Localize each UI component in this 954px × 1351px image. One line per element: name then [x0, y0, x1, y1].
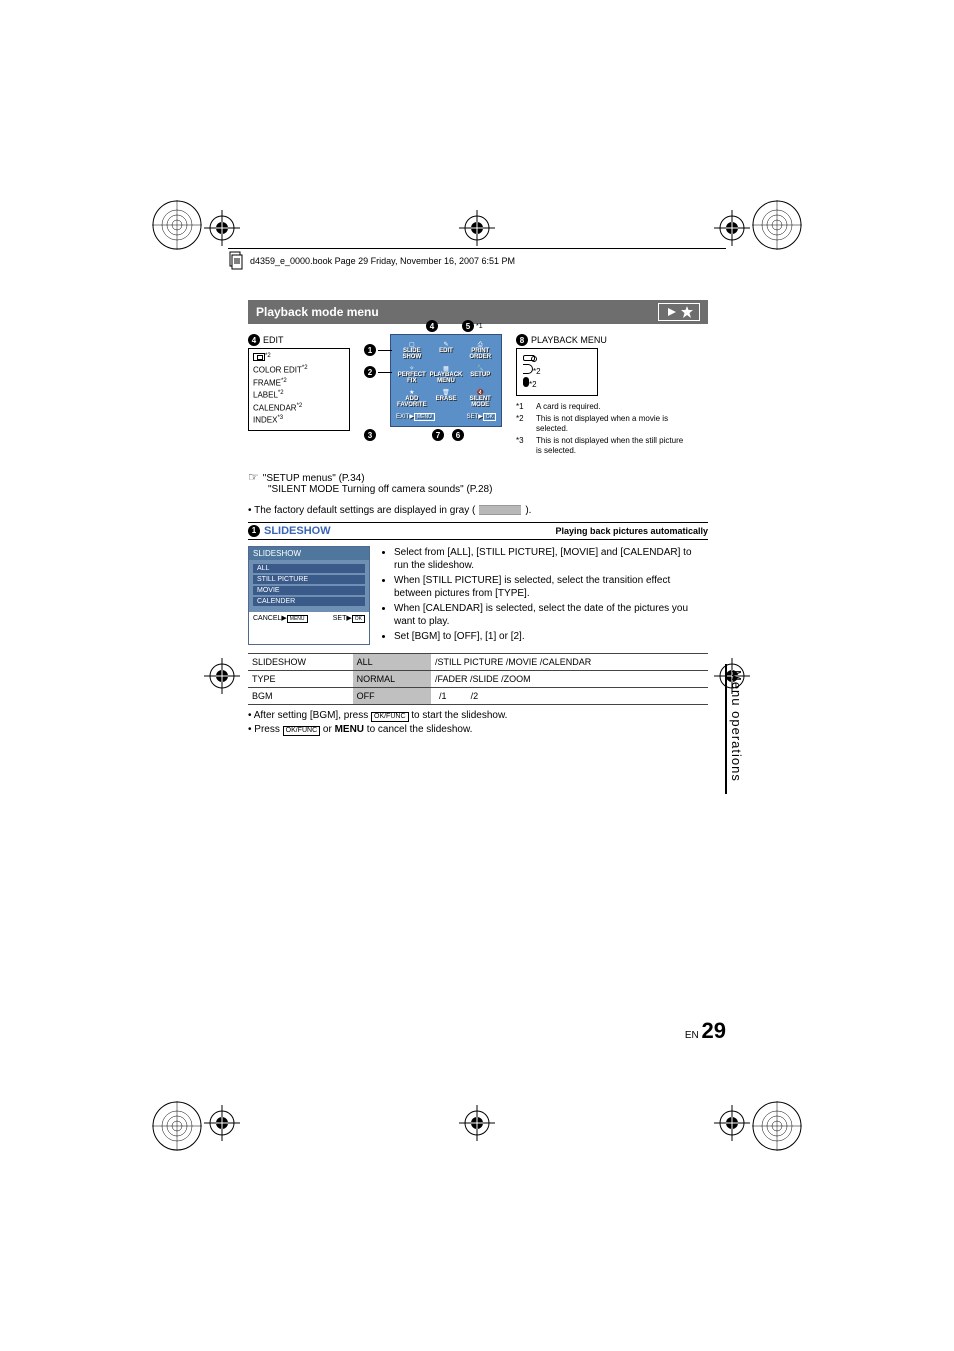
table-row: BGM OFF /1 /2: [248, 687, 708, 704]
regmark-tr: [752, 200, 802, 250]
crosshair-icon: [714, 1105, 750, 1141]
protect-icon: [523, 355, 535, 361]
regmark-tl: [152, 200, 202, 250]
slideshow-screen: SLIDESHOW ALL STILL PICTURE MOVIE CALEND…: [248, 546, 370, 645]
page-header-text: d4359_e_0000.book Page 29 Friday, Novemb…: [250, 256, 515, 266]
okfunc-key: OK/FUNC: [283, 726, 321, 736]
table-row: SLIDESHOW ALL /STILL PICTURE /MOVIE /CAL…: [248, 653, 708, 670]
side-tab: Menu operations: [725, 664, 748, 794]
playback-column: 8 PLAYBACK MENU *2 *2 *1A card is requir…: [516, 334, 686, 458]
play-favorite-icon: [658, 303, 700, 321]
callout-8: 8: [516, 334, 528, 346]
pointer-icon: ☞: [248, 470, 259, 484]
crosshair-icon: [459, 210, 495, 246]
edit-box: *2 COLOR EDIT*2 FRAME*2 LABEL*2 CALENDAR…: [248, 348, 350, 431]
page-number: EN 29: [685, 1018, 726, 1044]
table-row: TYPE NORMAL /FADER /SLIDE /ZOOM: [248, 670, 708, 687]
edit-column: 4 EDIT *2 COLOR EDIT*2 FRAME*2 LABEL*2 C…: [248, 334, 350, 431]
playback-menu-label: PLAYBACK MENU: [531, 335, 607, 345]
regmark-br: [752, 1101, 802, 1151]
picture-icon: [253, 353, 265, 361]
section-title: Playback mode menu: [256, 305, 379, 319]
crosshair-icon: [714, 210, 750, 246]
gray-swatch: [479, 505, 521, 515]
okfunc-key: OK/FUNC: [371, 712, 409, 722]
crosshair-icon: [204, 1105, 240, 1141]
footnotes: *1A card is required. *2This is not disp…: [516, 402, 686, 456]
callout-4: 4: [248, 334, 260, 346]
options-table: SLIDESHOW ALL /STILL PICTURE /MOVIE /CAL…: [248, 653, 708, 705]
page-header-line: d4359_e_0000.book Page 29 Friday, Novemb…: [228, 248, 726, 271]
regmark-bl: [152, 1101, 202, 1151]
edit-header-label: EDIT: [263, 335, 284, 345]
crosshair-icon: [204, 210, 240, 246]
crosshair-icon: [459, 1105, 495, 1141]
factory-default-note: • The factory default settings are displ…: [248, 505, 708, 516]
rotate-icon: [523, 364, 533, 374]
playback-menu-box: *2 *2: [516, 348, 598, 396]
crosshair-icon: [204, 658, 240, 694]
cross-references: ☞"SETUP menus" (P.34) "SILENT MODE Turni…: [248, 470, 708, 495]
camera-screen: ▢SLIDE SHOW ✎EDIT ⎙PRINT ORDER ✧PERFECT …: [390, 334, 502, 427]
screen-column: 4 5*1 1 2 3 7 6 ▢SLIDE SHOW ✎EDIT ⎙PRINT…: [364, 334, 502, 427]
after-notes: • After setting [BGM], press OK/FUNC to …: [248, 709, 708, 737]
slideshow-heading: 1 SLIDESHOW Playing back pictures automa…: [248, 522, 708, 540]
document-icon: [228, 251, 244, 271]
slideshow-instructions: Select from [ALL], [STILL PICTURE], [MOV…: [382, 546, 708, 645]
